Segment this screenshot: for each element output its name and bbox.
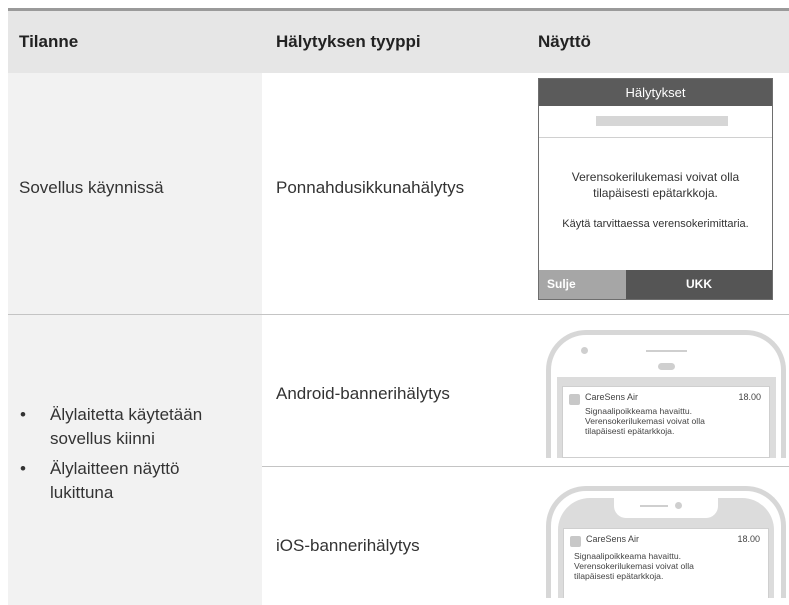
ios-notch [614,498,718,518]
header-display: Näyttö [538,32,591,51]
android-notification[interactable]: CareSens Air 18.00 Signaalipoikkeama hav… [562,386,770,458]
android-screen: CareSens Air 18.00 Signaalipoikkeama hav… [557,377,776,458]
speaker-icon [640,505,668,507]
camera-icon [675,502,682,509]
popup-buttons: Sulje UKK [539,270,772,299]
notification-body: Signaalipoikkeama havaittu. Verensokeril… [585,406,705,436]
popup-message-line2: tilapäisesti epätarkkoja. [593,186,718,200]
row1-alert-type: Ponnahdusikkunahälytys [276,178,465,197]
row1-situation: Sovellus käynnissä [19,178,164,197]
row2-ios-alert-type: iOS-bannerihälytys [276,536,420,555]
popup-title: Hälytykset [539,79,772,106]
row2-android-alert-type: Android-bannerihälytys [276,384,450,403]
camera-icon [581,347,588,354]
list-item: • Älylaitteen näyttö lukittuna [20,459,180,502]
table-header: Tilanne Hälytyksen tyyppi Näyttö [8,8,789,73]
app-icon [570,536,581,547]
popup-placeholder-bar [596,116,728,126]
row2-situations: • Älylaitetta käytetään sovellus kiinni •… [17,403,247,511]
header-situation: Tilanne [19,32,79,51]
notification-app-name: CareSens Air [585,392,639,402]
popup-alert-mock: Hälytykset Verensokerilukemasi voivat ol… [538,78,773,300]
ios-notification[interactable]: CareSens Air 18.00 Signaalipoikkeama hav… [563,528,769,598]
ios-screen: CareSens Air 18.00 Signaalipoikkeama hav… [558,498,774,598]
row-divider [8,314,789,315]
android-phone-mock: CareSens Air 18.00 Signaalipoikkeama hav… [546,330,786,458]
close-button[interactable]: Sulje [539,270,626,299]
ios-phone-mock: CareSens Air 18.00 Signaalipoikkeama hav… [546,486,786,598]
popup-hint: Käytä tarvittaessa verensokerimittaria. [562,218,749,230]
speaker-icon [646,350,687,352]
notification-body: Signaalipoikkeama havaittu. Verensokeril… [574,551,694,581]
header-alert-type: Hälytyksen tyyppi [276,32,421,51]
notification-app-name: CareSens Air [586,534,640,544]
sensor-icon [658,363,675,370]
faq-button[interactable]: UKK [626,270,772,299]
notification-time: 18.00 [737,534,760,544]
list-item: • Älylaitetta käytetään sovellus kiinni [20,405,203,448]
situation-column-bg [8,73,262,605]
notification-time: 18.00 [738,392,761,402]
popup-message-line1: Verensokerilukemasi voivat olla [571,170,740,184]
app-icon [569,394,580,405]
subrow-divider [262,466,789,467]
popup-divider [539,137,772,138]
